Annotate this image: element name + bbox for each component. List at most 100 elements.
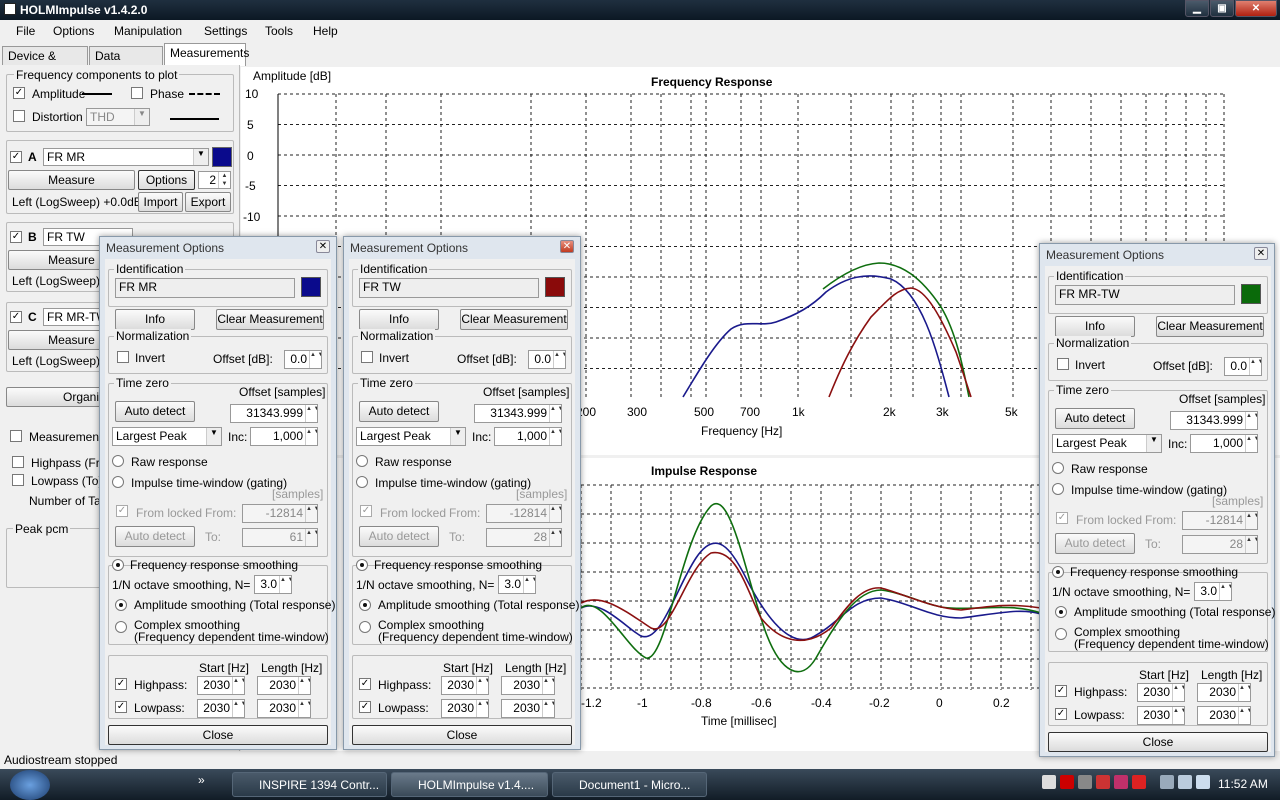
measurement-a-name[interactable]: FR MR ▼ [43,148,209,166]
spin-arrows-icon[interactable]: ▲ ▼ [232,700,244,717]
spin-arrows-icon[interactable]: ▲ ▼ [1172,684,1184,701]
network-icon[interactable] [1160,775,1174,789]
dialog-close-button[interactable]: Close [1048,732,1268,752]
spin-arrows-icon[interactable]: ▲ ▼ [305,428,317,445]
taskbar-item-document[interactable]: Document1 - Micro... [552,772,707,797]
measurement-a-checkbox[interactable]: ✓ [10,151,22,163]
gating-radio[interactable] [1052,483,1064,495]
invert-checkbox[interactable] [361,351,373,363]
auto-detect-gating-button[interactable]: Auto detect [115,526,195,547]
minimize-button[interactable]: ▁ [1185,0,1209,17]
spin-arrows-icon[interactable]: ▲ ▼ [298,677,310,694]
lowpass-length-field[interactable]: 2030▲ ▼ [501,699,555,718]
tray-icon[interactable] [1042,775,1056,789]
clear-measurement-button[interactable]: Clear Measurement [460,309,568,330]
tray-icon[interactable] [1132,775,1146,789]
dialog-close-button[interactable]: Close [352,725,572,745]
raw-response-radio[interactable] [112,455,124,467]
measure-a-number[interactable]: 2 ▲ ▼ [198,171,231,189]
from-locked-checkbox[interactable]: ✓ [360,505,372,517]
taskbar-item-holmimpulse[interactable]: HOLMImpulse v1.4.... [391,772,548,797]
amp-smoothing-radio[interactable] [115,599,127,611]
volume-icon[interactable] [1196,775,1210,789]
auto-detect-button[interactable]: Auto detect [359,401,439,422]
spin-arrows-icon[interactable]: ▲ ▼ [1245,435,1257,452]
highpass-start-field[interactable]: 2030▲ ▼ [1137,683,1185,702]
spin-arrows-icon[interactable]: ▲ ▼ [549,529,561,546]
from-locked-checkbox[interactable]: ✓ [1056,512,1068,524]
close-icon[interactable]: ✕ [316,240,330,253]
close-icon[interactable]: ✕ [560,240,574,253]
to-field[interactable]: 61▲ ▼ [242,528,318,547]
phase-checkbox[interactable] [131,87,143,99]
from-field[interactable]: -12814▲ ▼ [1182,511,1258,530]
from-field[interactable]: -12814▲ ▼ [486,504,562,523]
spin-arrows-icon[interactable]: ▲ ▼ [1249,358,1261,375]
auto-detect-gating-button[interactable]: Auto detect [359,526,439,547]
largest-peak-select[interactable]: Largest Peak ▼ [356,427,466,446]
spin-arrows-icon[interactable]: ▲ ▼ [476,700,488,717]
spin-arrows-icon[interactable]: ▲ ▼ [549,428,561,445]
from-field[interactable]: -12814▲ ▼ [242,504,318,523]
auto-detect-button[interactable]: Auto detect [1055,408,1135,429]
inc-field[interactable]: 1,000▲ ▼ [494,427,562,446]
ati-icon[interactable] [1060,775,1074,789]
tab-measurements[interactable]: Measurements [164,43,249,66]
lowpass-start-field[interactable]: 2030▲ ▼ [1137,706,1185,725]
largest-peak-select[interactable]: Largest Peak ▼ [1052,434,1162,453]
distortion-checkbox[interactable] [13,110,25,122]
auto-detect-button[interactable]: Auto detect [115,401,195,422]
import-button[interactable]: Import [138,192,183,212]
export-button[interactable]: Export [185,192,231,212]
taskbar-item-inspire[interactable]: INSPIRE 1394 Contr... [232,772,387,797]
highpass-checkbox[interactable]: ✓ [359,678,371,690]
complex-smoothing-radio[interactable] [359,621,371,633]
offset-samples-field[interactable]: 31343.999▲ ▼ [230,404,318,423]
to-field[interactable]: 28▲ ▼ [486,528,562,547]
spin-arrows-icon[interactable]: ▲ ▼ [1245,536,1257,553]
highpass-start-field[interactable]: 2030▲ ▼ [197,676,245,695]
measurement-checkbox[interactable] [10,430,22,442]
octave-field[interactable]: 3.0▲ ▼ [498,575,536,594]
highpass-left-checkbox[interactable] [12,456,24,468]
measurement-name-field[interactable]: FR MR [115,278,295,298]
menu-manipulation[interactable]: Manipulation [114,24,182,38]
inc-field[interactable]: 1,000▲ ▼ [250,427,318,446]
raw-response-radio[interactable] [356,455,368,467]
highpass-checkbox[interactable]: ✓ [115,678,127,690]
complex-smoothing-radio[interactable] [115,621,127,633]
spin-arrows-icon[interactable]: ▲ ▼ [1245,412,1257,429]
spin-arrows-icon[interactable]: ▲ ▼ [542,700,554,717]
menu-tools[interactable]: Tools [265,24,293,38]
quicklaunch-arrows-icon[interactable]: » [198,773,205,787]
largest-peak-select[interactable]: Largest Peak ▼ [112,427,222,446]
spin-arrows-icon[interactable]: ▲ ▼ [1219,583,1231,600]
smoothing-radio[interactable] [1052,566,1064,578]
spin-arrows-icon[interactable]: ▲ ▼ [309,351,321,368]
options-a-button[interactable]: Options [138,170,195,190]
offset-samples-field[interactable]: 31343.999▲ ▼ [474,404,562,423]
spin-arrows-icon[interactable]: ▲ ▼ [305,405,317,422]
menu-options[interactable]: Options [53,24,94,38]
inc-field[interactable]: 1,000▲ ▼ [1190,434,1258,453]
menu-help[interactable]: Help [313,24,338,38]
to-field[interactable]: 28▲ ▼ [1182,535,1258,554]
close-button[interactable]: ✕ [1235,0,1277,17]
highpass-length-field[interactable]: 2030▲ ▼ [1197,683,1251,702]
tray-icon[interactable] [1078,775,1092,789]
smoothing-radio[interactable] [356,559,368,571]
measure-a-button[interactable]: Measure [8,170,135,190]
offset-db-field[interactable]: 0.0▲ ▼ [1224,357,1262,376]
amp-smoothing-radio[interactable] [359,599,371,611]
highpass-checkbox[interactable]: ✓ [1055,685,1067,697]
spin-arrows-icon[interactable]: ▲ ▼ [279,576,291,593]
spin-arrows-icon[interactable]: ▲ ▼ [305,505,317,522]
dialog-close-button[interactable]: Close [108,725,328,745]
spin-arrows-icon[interactable]: ▲ ▼ [298,700,310,717]
spin-arrows-icon[interactable]: ▲ ▼ [1238,707,1250,724]
amp-smoothing-radio[interactable] [1055,606,1067,618]
measurement-color-swatch[interactable] [301,277,321,297]
invert-checkbox[interactable] [117,351,129,363]
measurement-name-field[interactable]: FR TW [359,278,539,298]
spin-arrows-icon[interactable]: ▲ ▼ [549,505,561,522]
